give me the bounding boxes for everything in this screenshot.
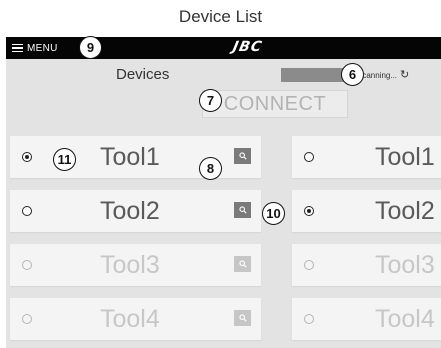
tool-name: Tool1	[100, 143, 160, 171]
devices-heading: Devices	[116, 66, 170, 83]
tool-radio[interactable]	[304, 206, 314, 216]
tool-radio[interactable]	[304, 152, 314, 162]
tool-radio[interactable]	[22, 152, 32, 162]
tool-name: Tool3	[100, 251, 160, 279]
callout-marker: 7	[199, 89, 222, 112]
tool-card-right-2[interactable]: Tool2	[292, 190, 441, 232]
search-icon[interactable]	[234, 202, 251, 218]
tool-name: Tool1	[375, 143, 435, 171]
callout-marker: 9	[79, 36, 102, 59]
tool-radio[interactable]	[304, 260, 314, 270]
tool-radio[interactable]	[22, 206, 32, 216]
tool-radio[interactable]	[304, 314, 314, 324]
callout-marker: 11	[53, 148, 76, 171]
tool-name: Tool2	[100, 197, 160, 225]
search-icon[interactable]	[234, 256, 251, 272]
tool-card-left-4[interactable]: Tool4	[10, 298, 261, 340]
callout-marker: 8	[199, 157, 222, 180]
tool-name: Tool2	[375, 197, 435, 225]
menu-button[interactable]: MENU	[12, 39, 58, 57]
tool-card-right-3[interactable]: Tool3	[292, 244, 441, 286]
tool-name: Tool4	[375, 305, 435, 333]
search-icon[interactable]	[234, 310, 251, 326]
tool-name: Tool3	[375, 251, 435, 279]
hamburger-icon	[12, 43, 23, 53]
menu-label: MENU	[27, 42, 58, 54]
tool-name: Tool4	[100, 305, 160, 333]
document-title: Device List	[178, 7, 263, 26]
refresh-icon[interactable]: ↻	[400, 70, 409, 81]
callout-marker: 6	[341, 63, 364, 86]
top-bar: MENU JBC	[6, 37, 441, 59]
connect-button[interactable]: CONNECT	[202, 90, 348, 118]
tool-card-right-1[interactable]: Tool1	[292, 136, 441, 178]
tool-radio[interactable]	[22, 314, 32, 324]
tool-card-left-1[interactable]: Tool1	[10, 136, 261, 178]
tool-card-left-3[interactable]: Tool3	[10, 244, 261, 286]
tool-card-right-4[interactable]: Tool4	[292, 298, 441, 340]
tool-card-left-2[interactable]: Tool2	[10, 190, 261, 232]
scan-status: Scanning... ↻	[357, 68, 409, 83]
search-icon[interactable]	[234, 148, 251, 164]
brand-logo: JBC	[231, 39, 264, 55]
callout-marker: 10	[262, 202, 285, 225]
device-list-screen: Devices Scanning... ↻ CONNECT Tool1 Tool…	[6, 59, 441, 348]
tool-radio[interactable]	[22, 260, 32, 270]
